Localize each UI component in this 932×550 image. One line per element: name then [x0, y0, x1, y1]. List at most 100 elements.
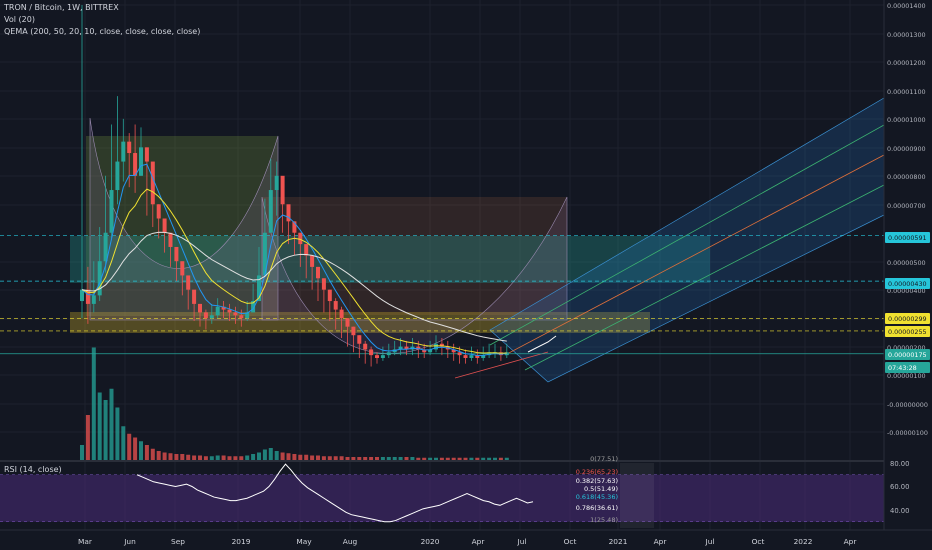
- candle-body: [321, 278, 326, 290]
- fib-level-label: 0.236(65.23): [576, 468, 618, 476]
- time-tick-label: 2021: [609, 537, 628, 546]
- volume-bar: [451, 457, 456, 460]
- volume-bar: [363, 457, 368, 460]
- candle-body: [227, 309, 232, 313]
- price-badge-label: 07:43:28: [888, 364, 917, 372]
- volume-bar: [481, 457, 486, 460]
- volume-bar: [463, 457, 468, 460]
- candle-body: [121, 141, 126, 162]
- volume-bar: [498, 457, 503, 460]
- volume-bar: [345, 457, 350, 460]
- volume-bar: [85, 415, 90, 460]
- volume-bar: [91, 347, 96, 460]
- volume-bar: [398, 457, 403, 460]
- volume-bar: [233, 456, 238, 460]
- rsi-tick-label: 80.00: [890, 460, 909, 468]
- volume-bar: [103, 400, 108, 460]
- price-badge-label: 0.00000175: [888, 351, 927, 359]
- volume-bar: [198, 455, 202, 460]
- volume-bar: [280, 452, 285, 460]
- volume-bar: [339, 456, 344, 460]
- volume-bar: [493, 457, 497, 460]
- volume-bar: [457, 457, 462, 460]
- candle-body: [375, 355, 379, 358]
- volume-bar: [227, 456, 232, 460]
- time-tick-label: Jun: [123, 537, 136, 546]
- volume-bar: [144, 445, 149, 460]
- volume-bar: [139, 441, 143, 460]
- volume-bar: [268, 448, 273, 460]
- price-tick-label: 0.00001000: [887, 116, 926, 124]
- fib-level-label: 0(77.51): [590, 455, 618, 463]
- price-tick-label: 0.00000500: [887, 259, 926, 267]
- symbol-legend: TRON / Bitcoin, 1W, BITTREX: [4, 3, 119, 12]
- fib-level-label: 0.618(45.36): [576, 493, 618, 501]
- price-tick-label: -0.00000000: [887, 401, 928, 409]
- price-tick-label: 0.00000100: [887, 372, 926, 380]
- candle-body: [203, 312, 208, 319]
- volume-bar: [428, 457, 433, 460]
- volume-bar: [327, 456, 332, 460]
- candle-body: [174, 246, 179, 262]
- volume-bar: [156, 451, 161, 460]
- volume-bar: [434, 457, 438, 460]
- candle-body: [209, 315, 214, 319]
- qema-legend: QEMA (200, 50, 20, 10, close, close, clo…: [4, 27, 201, 36]
- candle-body: [192, 289, 197, 304]
- volume-bar: [257, 452, 261, 460]
- volume-bar: [445, 457, 450, 460]
- volume-bar: [174, 454, 179, 460]
- time-tick-label: Apr: [472, 537, 486, 546]
- time-tick-label: 2020: [421, 537, 440, 546]
- candle-body: [298, 232, 303, 245]
- price-tick-label: 0.00001200: [887, 59, 926, 67]
- price-tick-label: 0.00001300: [887, 31, 926, 39]
- volume-bar: [410, 457, 415, 460]
- price-chart-svg[interactable]: 0(77.51) 0.236(65.23)0.382(57.63)0.5(51.4…: [0, 0, 932, 550]
- volume-bar: [316, 455, 320, 460]
- time-tick-label: 2022: [794, 537, 813, 546]
- time-tick-label: Oct: [564, 537, 577, 546]
- volume-bar: [487, 457, 492, 460]
- candle-body: [150, 161, 155, 205]
- rsi-legend: RSI (14, close): [4, 465, 62, 474]
- candle-body: [304, 244, 309, 256]
- fib-level-label: 1(25.48): [590, 516, 618, 524]
- volume-bar: [304, 454, 309, 460]
- candle-body: [316, 266, 320, 279]
- fib-box: [620, 463, 654, 528]
- volume-bar: [121, 426, 126, 460]
- time-tick-label: Mar: [78, 537, 93, 546]
- volume-bar: [422, 457, 427, 460]
- volume-bar: [180, 454, 185, 460]
- candle-body: [156, 204, 161, 219]
- candle-body: [380, 355, 385, 358]
- volume-bar: [203, 456, 208, 460]
- candle-body: [91, 295, 96, 304]
- volume-bar: [351, 457, 356, 460]
- candle-body: [144, 147, 149, 162]
- volume-bar: [150, 448, 155, 460]
- fib-level-label: 0.382(57.63): [576, 477, 618, 485]
- volume-bar: [375, 457, 379, 460]
- volume-bar: [168, 453, 173, 460]
- candle-body: [127, 141, 132, 154]
- volume-bar: [162, 452, 167, 460]
- volume-bar: [416, 457, 421, 460]
- volume-bar: [115, 407, 120, 460]
- time-tick-label: Apr: [844, 537, 858, 546]
- candle-body: [115, 161, 120, 191]
- volume-bar: [392, 457, 397, 460]
- candle-body: [180, 261, 185, 276]
- candle-body: [233, 312, 238, 316]
- candle-body: [162, 218, 167, 233]
- volume-bar: [292, 454, 297, 460]
- volume-bar: [245, 455, 250, 460]
- rsi-tick-label: 40.00: [890, 507, 909, 515]
- volume-bar: [209, 456, 214, 460]
- price-tick-label: 0.00001100: [887, 88, 926, 96]
- candle-body: [109, 190, 114, 233]
- time-tick-label: Jul: [517, 537, 527, 546]
- time-tick-label: Oct: [752, 537, 765, 546]
- time-tick-label: May: [296, 537, 312, 546]
